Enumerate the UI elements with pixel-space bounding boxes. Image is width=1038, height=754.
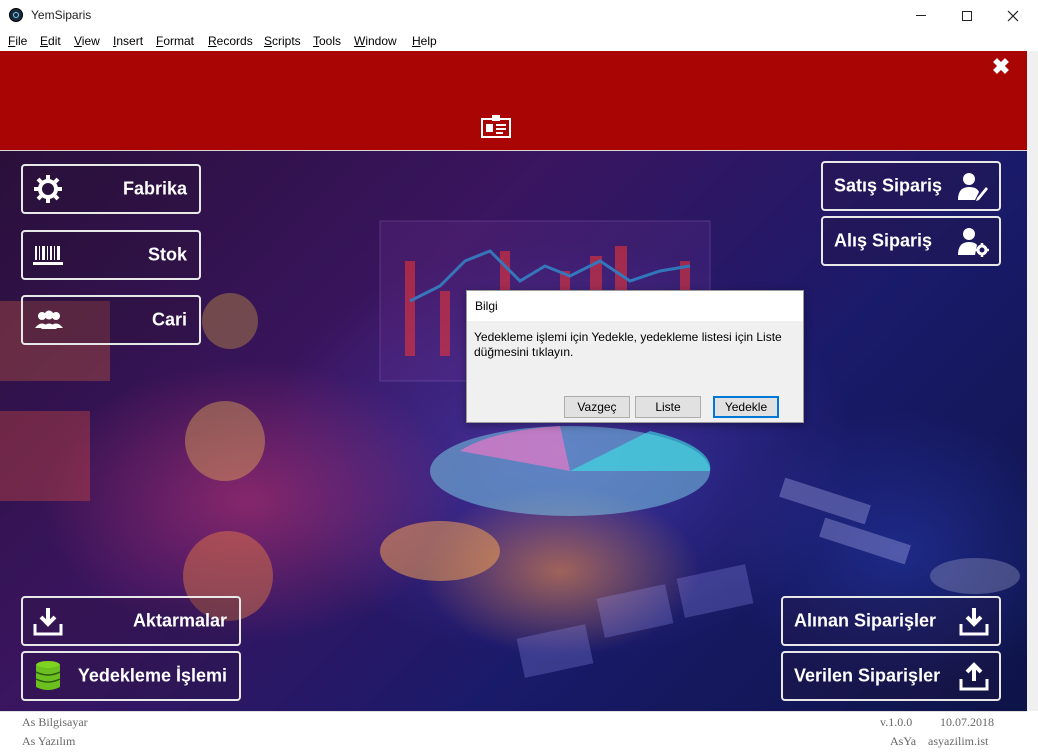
barcode-icon [33,246,63,265]
dialog-message: Yedekleme işlemi için Yedekle, yedekleme… [474,330,782,359]
maximize-icon [962,10,972,21]
users-icon [35,310,63,329]
software-name: As Yazılım [22,734,76,748]
alis-siparis-button[interactable]: Alış Sipariş [821,216,1001,266]
status-bar: As Bilgisayar As Yazılım v.1.0.0 10.07.2… [0,711,1027,754]
download-icon [959,608,989,636]
header-banner [0,51,1027,151]
satis-siparis-button[interactable]: Satış Sipariş [821,161,1001,211]
yedekleme-button[interactable]: Yedekleme İşlemi [21,651,241,701]
dialog-body: Yedekleme işlemi için Yedekle, yedekleme… [467,321,803,422]
download-icon [33,608,63,636]
release-date: 10.07.2018 [940,715,994,729]
brand-text: AsYa [890,734,917,748]
window-title: YemSiparis [31,8,92,22]
menu-bar: File Edit View Insert Format Records Scr… [0,31,1038,51]
list-button[interactable]: Liste [635,396,701,418]
menu-records[interactable]: Records [208,34,253,48]
verilen-siparisler-button[interactable]: Verilen Siparişler [781,651,1001,701]
backup-button[interactable]: Yedekle [713,396,779,418]
title-bar: YemSiparis [0,0,1038,31]
stok-button[interactable]: Stok [21,230,201,280]
maximize-button[interactable] [944,0,990,31]
alinan-siparisler-label: Alınan Siparişler [794,610,937,631]
upload-icon [959,662,989,691]
dialog-title: Bilgi [475,299,498,313]
alinan-siparisler-button[interactable]: Alınan Siparişler [781,596,1001,646]
cari-label: Cari [151,309,187,330]
menu-view[interactable]: View [74,34,100,48]
website-text: asyazilim.ist [928,734,989,748]
menu-insert[interactable]: Insert [113,34,143,48]
version-text: v.1.0.0 [880,715,913,729]
company-name: As Bilgisayar [22,715,88,729]
close-app-icon[interactable]: ✖ [990,56,1012,78]
minimize-button[interactable] [898,0,944,31]
yedekleme-label: Yedekleme İşlemi [77,665,227,686]
menu-edit[interactable]: Edit [40,34,61,48]
aktarmalar-label: Aktarmalar [132,610,227,631]
menu-help[interactable]: Help [412,34,437,48]
menu-scripts[interactable]: Scripts [264,34,301,48]
cancel-button[interactable]: Vazgeç [564,396,630,418]
alis-siparis-label: Alış Sipariş [834,230,933,251]
gear-icon [34,175,62,203]
user-settings-icon [958,228,989,257]
close-icon [1007,10,1019,21]
vertical-scrollbar[interactable] [1027,51,1038,711]
menu-tools[interactable]: Tools [313,34,341,48]
menu-window[interactable]: Window [354,34,397,48]
verilen-siparisler-label: Verilen Siparişler [794,665,941,686]
cari-button[interactable]: Cari [21,295,201,345]
menu-format[interactable]: Format [156,34,194,48]
app-icon [9,8,23,22]
aktarmalar-button[interactable]: Aktarmalar [21,596,241,646]
info-dialog: Bilgi Yedekleme işlemi için Yedekle, yed… [466,290,804,423]
satis-siparis-label: Satış Sipariş [834,175,943,196]
close-window-button[interactable] [990,0,1036,31]
fabrika-label: Fabrika [122,178,187,199]
user-edit-icon [958,173,988,201]
stok-label: Stok [147,244,187,265]
minimize-icon [916,15,926,16]
menu-file[interactable]: File [8,34,27,48]
fabrika-button[interactable]: Fabrika [21,164,201,214]
id-card-icon [481,115,511,138]
database-icon [35,661,61,690]
